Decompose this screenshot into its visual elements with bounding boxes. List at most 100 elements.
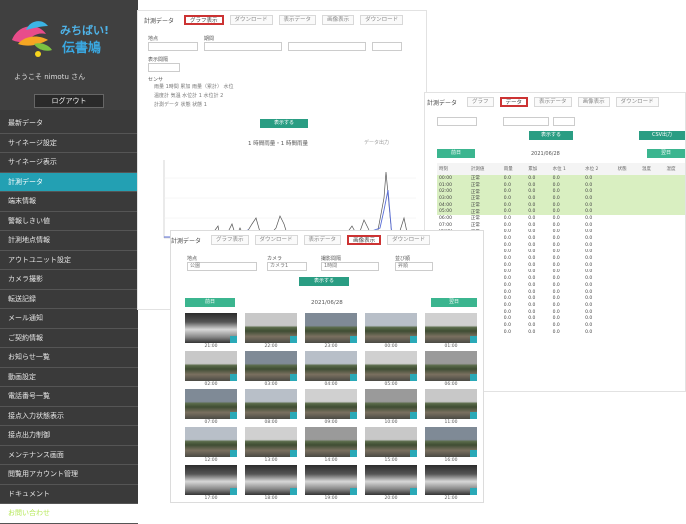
site-select[interactable] <box>437 117 477 126</box>
camera-thumbnail[interactable] <box>185 389 237 419</box>
zoom-icon[interactable] <box>470 374 477 381</box>
prev-day-button[interactable]: 前日 <box>185 298 235 307</box>
zoom-icon[interactable] <box>470 488 477 495</box>
sidebar-item-phone[interactable]: 電話番号一覧 <box>0 387 138 407</box>
zoom-icon[interactable] <box>410 412 417 419</box>
sidebar-item-notices[interactable]: お知らせ一覧 <box>0 348 138 368</box>
tab-download[interactable]: ダウンロード <box>229 15 273 25</box>
tab-display[interactable]: 表示データ <box>534 97 572 107</box>
camera-thumbnail[interactable] <box>365 351 417 381</box>
camera-thumbnail[interactable] <box>185 351 237 381</box>
sidebar-item-alert-threshold[interactable]: 警報しきい値 <box>0 212 138 231</box>
zoom-icon[interactable] <box>470 412 477 419</box>
next-day-button[interactable]: 翌日 <box>431 298 477 307</box>
tab-images[interactable]: 画像表示 <box>347 235 382 245</box>
zoom-icon[interactable] <box>230 336 237 343</box>
sidebar-item-contact-output[interactable]: 接点出力制御 <box>0 426 138 446</box>
camera-thumbnail[interactable] <box>365 427 417 457</box>
zoom-icon[interactable] <box>230 450 237 457</box>
camera-thumbnail[interactable] <box>365 389 417 419</box>
sidebar-item-terminal-info[interactable]: 端末情報 <box>0 192 138 212</box>
tab-graph[interactable]: グラフ表示 <box>184 15 224 25</box>
show-button[interactable]: 表示する <box>260 119 308 128</box>
zoom-icon[interactable] <box>230 374 237 381</box>
sensor-row-3[interactable]: 計測データ 状態 状態 1 <box>154 101 207 108</box>
camera-thumbnail[interactable] <box>365 313 417 343</box>
camera-thumbnail[interactable] <box>365 465 417 495</box>
tab-graph[interactable]: グラフ表示 <box>211 235 249 245</box>
camera-thumbnail[interactable] <box>425 313 477 343</box>
sidebar-item-contract[interactable]: ご契約情報 <box>0 329 138 348</box>
zoom-icon[interactable] <box>410 374 417 381</box>
zoom-icon[interactable] <box>290 488 297 495</box>
tab-images[interactable]: 画像表示 <box>577 97 610 107</box>
zoom-icon[interactable] <box>350 374 357 381</box>
sidebar-item-mail[interactable]: メール通知 <box>0 309 138 329</box>
period-start-select[interactable] <box>204 42 282 51</box>
tab-download[interactable]: ダウンロード <box>615 97 659 107</box>
camera-thumbnail[interactable] <box>185 313 237 343</box>
zoom-icon[interactable] <box>350 450 357 457</box>
camera-thumbnail[interactable] <box>305 389 357 419</box>
zoom-icon[interactable] <box>350 336 357 343</box>
camera-thumbnail[interactable] <box>305 427 357 457</box>
show-button[interactable]: 表示する <box>529 131 573 140</box>
logout-button[interactable]: ログアウト <box>34 94 104 108</box>
interval-select[interactable] <box>553 117 575 126</box>
zoom-icon[interactable] <box>230 412 237 419</box>
camera-select[interactable]: カメラ1 <box>267 262 307 271</box>
zoom-icon[interactable] <box>410 336 417 343</box>
camera-thumbnail[interactable] <box>305 351 357 381</box>
order-select[interactable]: 昇順 <box>395 262 433 271</box>
zoom-icon[interactable] <box>470 450 477 457</box>
interval-select[interactable]: 1時間 <box>321 262 379 271</box>
zoom-icon[interactable] <box>290 374 297 381</box>
sidebar-item-maintenance[interactable]: メンテナンス画面 <box>0 446 138 465</box>
sidebar-item-measurement-data[interactable]: 計測データ <box>0 172 138 192</box>
sidebar-item-signage-display[interactable]: サイネージ表示 <box>0 153 138 173</box>
tab-data[interactable]: 表示データ <box>303 235 342 245</box>
tab-images[interactable]: 画像表示 <box>322 15 355 25</box>
interval-select[interactable] <box>148 63 180 72</box>
period-end-select[interactable] <box>288 42 366 51</box>
sidebar-item-transfer-log[interactable]: 転送記録 <box>0 290 138 309</box>
period-select[interactable] <box>503 117 549 126</box>
sidebar-item-site-info[interactable]: 計測地点情報 <box>0 231 138 251</box>
camera-thumbnail[interactable] <box>245 427 297 457</box>
camera-thumbnail[interactable] <box>185 465 237 495</box>
tab-graph[interactable]: グラフ <box>467 97 494 107</box>
zoom-icon[interactable] <box>470 336 477 343</box>
zoom-icon[interactable] <box>350 412 357 419</box>
camera-thumbnail[interactable] <box>305 465 357 495</box>
tab-download-2[interactable]: ダウンロード <box>360 15 404 25</box>
zoom-icon[interactable] <box>410 450 417 457</box>
zoom-icon[interactable] <box>290 450 297 457</box>
tab-download-2[interactable]: ダウンロード <box>387 235 431 245</box>
site-select[interactable] <box>148 42 198 51</box>
tab-data[interactable]: データ <box>499 97 529 107</box>
sidebar-item-documents[interactable]: ドキュメント <box>0 485 138 504</box>
site-select[interactable]: 公園 <box>187 262 257 271</box>
zoom-icon[interactable] <box>410 488 417 495</box>
sensor-row-2[interactable]: 温度計 気温 水位計 1 水位計 2 <box>154 92 223 99</box>
zoom-icon[interactable] <box>290 412 297 419</box>
camera-thumbnail[interactable] <box>185 427 237 457</box>
camera-thumbnail[interactable] <box>425 465 477 495</box>
sensor-row-1[interactable]: 雨量 1時間 累加 雨量（累計） 水位 <box>154 83 234 90</box>
prev-day-button[interactable]: 前日 <box>437 149 475 158</box>
zoom-icon[interactable] <box>230 488 237 495</box>
sidebar-item-signage-settings[interactable]: サイネージ設定 <box>0 134 138 153</box>
camera-thumbnail[interactable] <box>245 465 297 495</box>
camera-thumbnail[interactable] <box>425 351 477 381</box>
sidebar-item-camera[interactable]: カメラ撮影 <box>0 270 138 290</box>
graph-export-link[interactable]: データ出力 <box>364 139 389 146</box>
camera-thumbnail[interactable] <box>425 427 477 457</box>
csv-button[interactable]: CSV出力 <box>639 131 685 140</box>
show-button[interactable]: 表示する <box>299 277 349 286</box>
sidebar-item-out-unit[interactable]: アウトユニット設定 <box>0 251 138 270</box>
sidebar-item-video[interactable]: 動画設定 <box>0 368 138 387</box>
camera-thumbnail[interactable] <box>305 313 357 343</box>
camera-thumbnail[interactable] <box>425 389 477 419</box>
camera-thumbnail[interactable] <box>245 389 297 419</box>
camera-thumbnail[interactable] <box>245 351 297 381</box>
